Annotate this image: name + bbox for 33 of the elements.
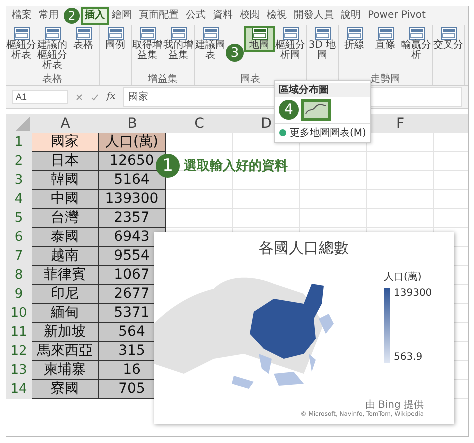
table-cell: 馬來西亞 xyxy=(32,342,99,361)
table-cell: 越南 xyxy=(32,247,99,266)
step-number-badge: 4 xyxy=(279,100,299,120)
table-cell: 菲律賓 xyxy=(32,266,99,285)
table-cell: 2357 xyxy=(99,209,166,228)
table-cell: 台灣 xyxy=(32,209,99,228)
table-cell: 日本 xyxy=(32,152,99,171)
table-cell: 泰國 xyxy=(32,228,99,247)
step-number-badge: 3 xyxy=(226,44,244,62)
table-cell: 印尼 xyxy=(32,285,99,304)
instruction-text: 選取輸入好的資料 xyxy=(184,158,288,175)
table-cell: 寮國 xyxy=(32,380,99,399)
group-label: 增益集 xyxy=(148,74,178,85)
table-cell: 韓國 xyxy=(32,171,99,190)
table-cell: 緬甸 xyxy=(32,304,99,323)
table-cell: 新加坡 xyxy=(32,323,99,342)
table-cell: 中國 xyxy=(32,190,99,209)
menu-header: 區域分布圖 xyxy=(275,83,370,97)
group-label: 走勢圖 xyxy=(370,74,400,85)
group-label: 表格 xyxy=(42,74,62,85)
step-number-badge: 2 xyxy=(64,8,80,24)
table-cell: 人口(萬) xyxy=(99,133,166,152)
table-cell: 國家 xyxy=(32,133,99,152)
legend-min: 563.9 xyxy=(394,352,424,363)
legend-max: 139300 xyxy=(394,288,432,299)
table-cell: 139300 xyxy=(99,190,166,209)
chart-title: 各國人口總數 xyxy=(258,238,350,258)
table-cell: 5164 xyxy=(99,171,166,190)
legend-title: 人口(萬) xyxy=(384,270,423,284)
table-cell: 柬埔寨 xyxy=(32,361,99,380)
map-credit: 由 Bing 提供 xyxy=(364,400,424,411)
step-number-badge: 1 xyxy=(156,154,180,178)
group-label: 圖表 xyxy=(240,74,260,85)
